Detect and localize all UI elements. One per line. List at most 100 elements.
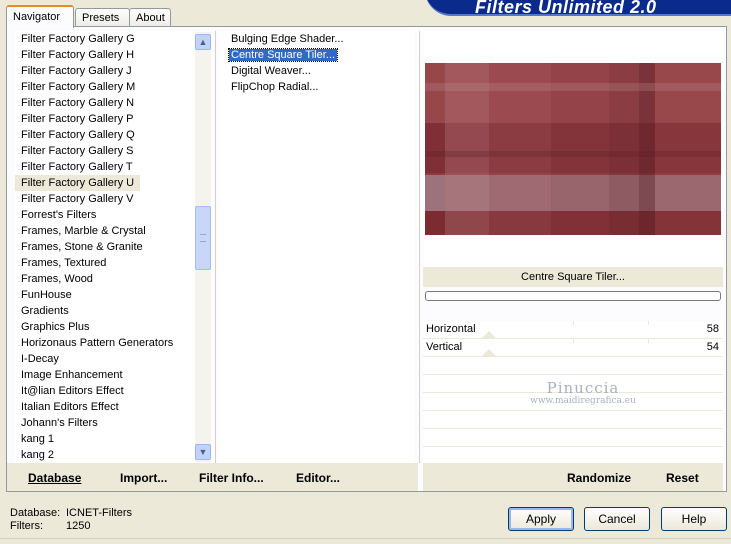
category-label: Filter Factory Gallery U (15, 175, 141, 191)
scroll-down-button[interactable]: ▼ (195, 444, 211, 460)
slider-thumb-icon[interactable] (481, 349, 497, 357)
category-label: Frames, Textured (21, 257, 107, 269)
category-item[interactable]: Forrest's Filters (15, 207, 195, 223)
category-label: kang 2 (21, 449, 55, 461)
tab-presets[interactable]: Presets (75, 8, 130, 28)
category-item[interactable]: Horizonaus Pattern Generators (15, 335, 195, 351)
category-item[interactable]: Filter Factory Gallery J (15, 63, 195, 79)
category-scrollbar[interactable]: ▲ ▼ (195, 32, 211, 462)
category-item[interactable]: kang 1 (15, 431, 195, 447)
category-label: Filter Factory Gallery Q (21, 129, 135, 141)
category-item[interactable]: Filter Factory Gallery P (15, 111, 195, 127)
category-label: Frames, Wood (21, 273, 93, 285)
filter-item[interactable]: FlipChop Radial... (219, 79, 415, 95)
database-info-label: Database: (10, 507, 61, 519)
filter-list[interactable]: Bulging Edge Shader... Centre Square Tile… (219, 31, 415, 463)
preview-area (423, 31, 723, 267)
param-vertical[interactable]: Vertical 54 (423, 339, 723, 357)
tick (648, 339, 649, 343)
param-empty (423, 411, 723, 429)
database-label: Database (28, 471, 82, 485)
category-item[interactable]: Filter Factory Gallery N (15, 95, 195, 111)
divider (215, 31, 216, 463)
category-item[interactable]: Filter Factory Gallery T (15, 159, 195, 175)
category-item[interactable]: Filter Factory Gallery M (15, 79, 195, 95)
category-label: Frames, Marble & Crystal (21, 225, 146, 237)
category-label: Gradients (21, 305, 69, 317)
category-item[interactable]: Filter Factory Gallery S (15, 143, 195, 159)
category-item[interactable]: Gradients (15, 303, 195, 319)
filters-info-value: 1250 (66, 520, 91, 532)
tick (648, 321, 649, 325)
category-label: Italian Editors Effect (21, 401, 119, 413)
filter-label: Digital Weaver... (231, 65, 311, 77)
filter-label: Centre Square Tiler... (228, 48, 338, 62)
category-label: Filter Factory Gallery G (21, 33, 135, 45)
category-item[interactable]: Filter Factory Gallery H (15, 47, 195, 63)
category-item[interactable]: Filter Factory Gallery V (15, 191, 195, 207)
category-item[interactable]: Johann's Filters (15, 415, 195, 431)
tick (573, 321, 574, 325)
category-item[interactable]: Frames, Marble & Crystal (15, 223, 195, 239)
category-label: Filter Factory Gallery V (21, 193, 134, 205)
category-label: Forrest's Filters (21, 209, 97, 221)
scroll-up-button[interactable]: ▲ (195, 34, 211, 50)
category-item[interactable]: Filter Factory Gallery Q (15, 127, 195, 143)
watermark-line1: Pinuccia (546, 379, 620, 397)
param-label: Vertical (426, 341, 463, 353)
category-item[interactable]: Filter Factory Gallery U (15, 175, 195, 191)
category-label: kang 1 (21, 433, 55, 445)
category-label: Graphics Plus (21, 321, 90, 333)
category-item[interactable]: Image Enhancement (15, 367, 195, 383)
preview-filter-name: Centre Square Tiler... (423, 267, 723, 287)
left-button-bar: Database Import... Filter Info... Editor… (7, 463, 418, 491)
footer-info: Database: ICNET-Filters Filters: 1250 (10, 507, 132, 533)
editor-button[interactable]: Editor... (296, 471, 340, 485)
filter-info-button[interactable]: Filter Info... (199, 471, 264, 485)
category-label: Filter Factory Gallery P (21, 113, 134, 125)
divider (419, 31, 420, 463)
category-item[interactable]: Filter Factory Gallery G (15, 31, 195, 47)
category-list[interactable]: Filter Factory Gallery G Filter Factory G… (15, 31, 195, 463)
title-banner: Filters Unlimited 2.0 (425, 0, 731, 17)
filter-item[interactable]: Digital Weaver... (219, 63, 415, 79)
category-label: Image Enhancement (21, 369, 123, 381)
slider-thumb-icon[interactable] (481, 331, 497, 339)
param-horizontal[interactable]: Horizontal 58 (423, 321, 723, 339)
import-button[interactable]: Import... (120, 471, 167, 485)
watermark: Pinuccia www.maidiregrafica.eu (483, 379, 683, 406)
parameters-panel: Horizontal 58 Vertical 54 Pinuccia www.m… (423, 321, 723, 465)
randomize-button[interactable]: Randomize (567, 471, 631, 485)
filter-label: FlipChop Radial... (231, 81, 319, 93)
category-item[interactable]: Frames, Textured (15, 255, 195, 271)
category-item[interactable]: I-Decay (15, 351, 195, 367)
category-item[interactable]: Frames, Stone & Granite (15, 239, 195, 255)
reset-button[interactable]: Reset (666, 471, 699, 485)
navigator-panel: Filter Factory Gallery G Filter Factory G… (6, 26, 727, 492)
filter-item[interactable]: Bulging Edge Shader... (219, 31, 415, 47)
category-item[interactable]: It@lian Editors Effect (15, 383, 195, 399)
category-label: Horizonaus Pattern Generators (21, 337, 174, 349)
param-value: 54 (706, 341, 719, 353)
category-item[interactable]: FunHouse (15, 287, 195, 303)
category-item[interactable]: Graphics Plus (15, 319, 195, 335)
status-bar (0, 538, 731, 544)
category-item[interactable]: Italian Editors Effect (15, 399, 195, 415)
help-button[interactable]: Help (661, 507, 727, 531)
filter-item[interactable]: Centre Square Tiler... (219, 47, 415, 63)
tab-navigator[interactable]: Navigator (6, 5, 74, 28)
category-item[interactable]: Frames, Wood (15, 271, 195, 287)
cancel-button[interactable]: Cancel (584, 507, 650, 531)
right-button-bar: Randomize Reset (423, 463, 723, 491)
database-button[interactable]: Database (28, 471, 81, 485)
category-label: Filter Factory Gallery H (21, 49, 135, 61)
tab-about[interactable]: About (129, 8, 171, 28)
category-label: Filter Factory Gallery J (21, 65, 132, 77)
scroll-thumb[interactable] (195, 206, 211, 270)
category-label: Filter Factory Gallery M (21, 81, 136, 93)
category-item[interactable]: kang 2 (15, 447, 195, 463)
param-value: 58 (706, 323, 719, 335)
apply-button[interactable]: Apply (508, 507, 574, 531)
param-empty (423, 429, 723, 447)
watermark-line2: www.maidiregrafica.eu (530, 396, 636, 406)
